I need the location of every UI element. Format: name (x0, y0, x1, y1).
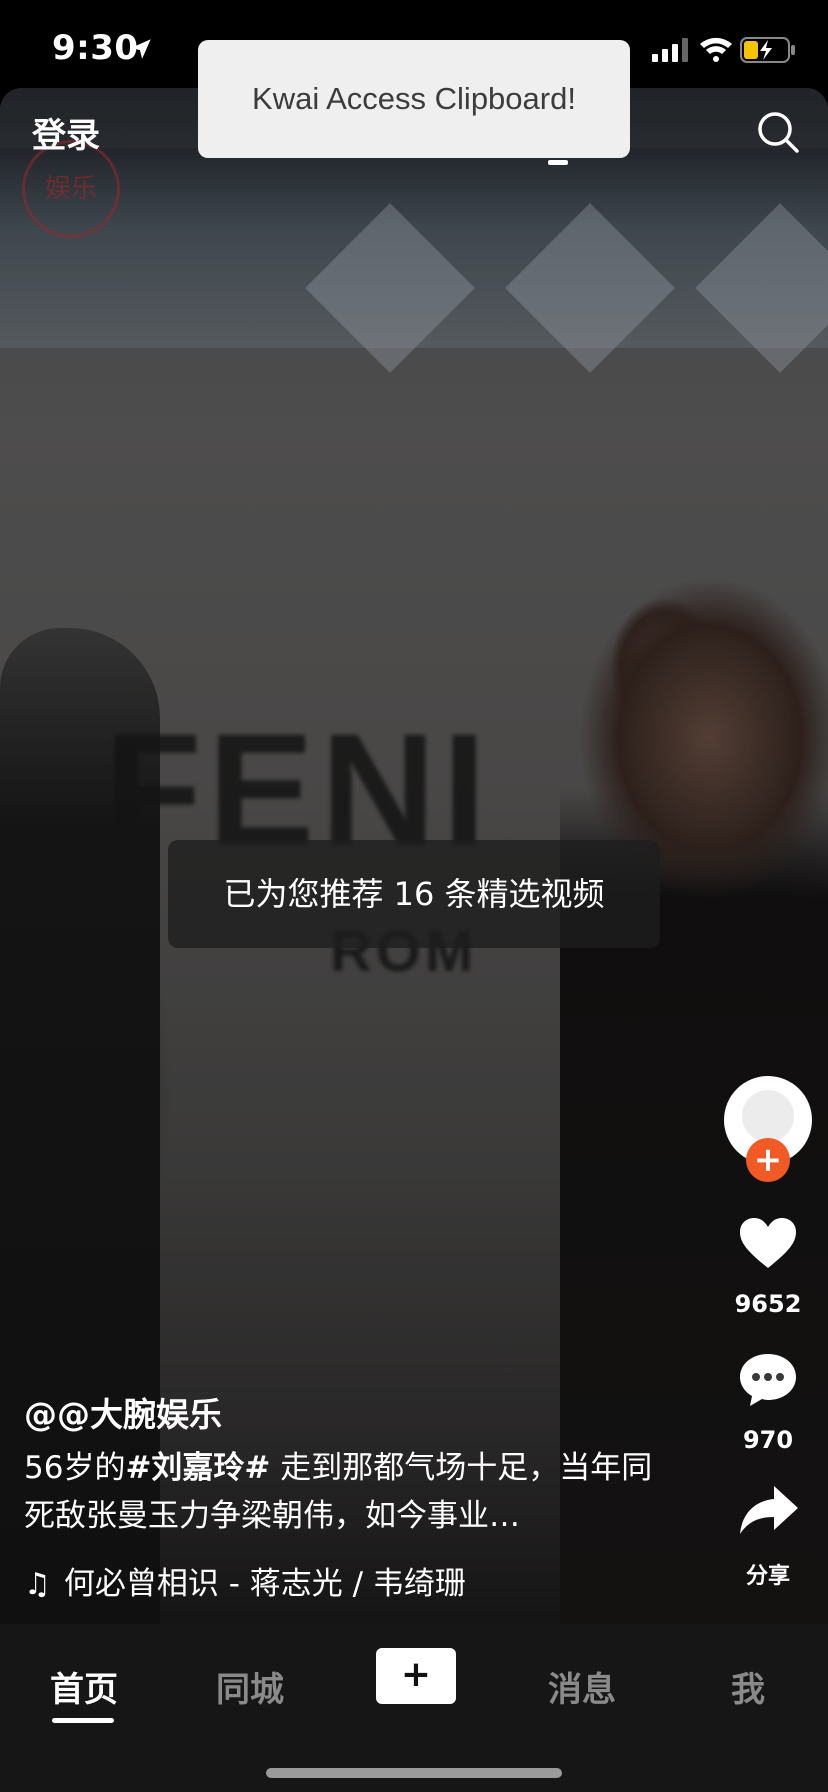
like-count: 9652 (734, 1290, 802, 1318)
caption-prefix: 56岁的 (24, 1450, 126, 1486)
home-indicator (266, 1768, 562, 1778)
video-caption[interactable]: 56岁的#刘嘉玲# 走到那都气场十足，当年同死敌张曼玉力争梁朝伟，如今事业… (24, 1444, 664, 1540)
avatar-placeholder-icon (742, 1090, 794, 1142)
toast-indicator (548, 160, 568, 165)
follow-button[interactable]: + (746, 1138, 790, 1182)
music-track[interactable]: ♫ 何必曾相识 - 蒋志光 / 韦绮珊 (24, 1558, 664, 1603)
battery-charging-icon (740, 37, 795, 63)
author-name[interactable]: @@大腕娱乐 (24, 1388, 222, 1436)
comment-count: 970 (742, 1426, 794, 1454)
recommend-toast: 已为您推荐 16 条精选视频 (168, 840, 660, 948)
location-arrow-icon (131, 39, 151, 59)
video-player[interactable]: FENI ROM 娱乐 登录 已为您推荐 16 条精选视频 + 9652 970… (0, 88, 828, 1624)
bottom-tab-bar: 首页 同城 + 消息 我 (0, 1624, 828, 1792)
search-icon[interactable] (756, 110, 800, 154)
tab-home[interactable]: 首页 (24, 1662, 144, 1711)
create-button[interactable]: + (376, 1648, 456, 1704)
status-time: 9:30 (52, 28, 139, 68)
comment-icon[interactable] (738, 1352, 798, 1408)
share-arrow-icon[interactable] (738, 1484, 800, 1536)
wifi-icon (700, 37, 732, 62)
tab-me[interactable]: 我 (688, 1662, 808, 1711)
heart-icon[interactable] (738, 1216, 798, 1270)
tab-home-underline (52, 1718, 114, 1723)
tab-nearby[interactable]: 同城 (190, 1662, 310, 1711)
clipboard-access-toast: Kwai Access Clipboard! (198, 40, 630, 158)
music-note-icon: ♫ (24, 1567, 51, 1602)
tab-messages[interactable]: 消息 (522, 1662, 642, 1711)
login-button[interactable]: 登录 (32, 108, 100, 157)
caption-hashtag[interactable]: #刘嘉玲# (125, 1450, 270, 1486)
music-title: 何必曾相识 - 蒋志光 / 韦绮珊 (63, 1566, 466, 1602)
share-label: 分享 (745, 1564, 790, 1589)
cellular-signal-icon (652, 38, 688, 62)
